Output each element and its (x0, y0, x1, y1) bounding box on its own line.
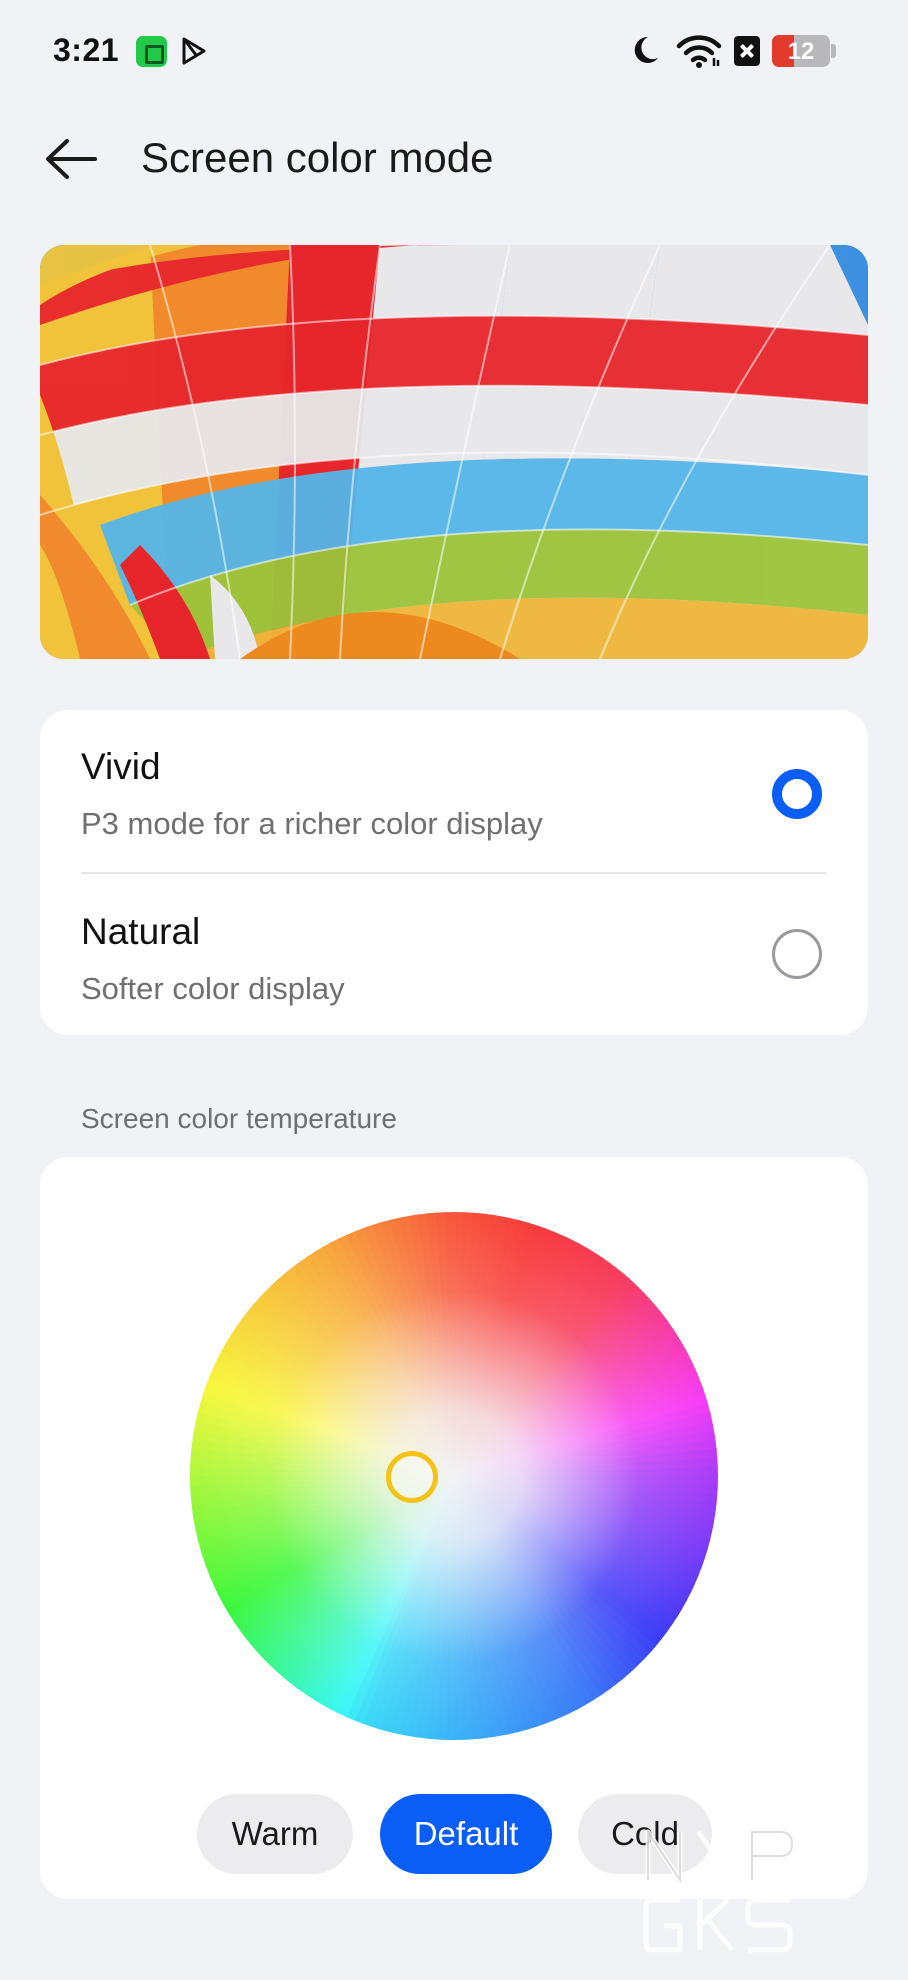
section-label-temperature: Screen color temperature (81, 1103, 397, 1134)
mode-description: P3 mode for a richer color display (81, 806, 543, 841)
hot-air-balloon-photo (40, 245, 868, 659)
app-icon (136, 36, 167, 67)
status-bar: 3:21 12 (0, 0, 908, 104)
mode-title: Natural (81, 911, 201, 952)
watermark-logo (643, 1828, 795, 1953)
color-temperature-card (40, 1157, 868, 1899)
page-title: Screen color mode (141, 134, 494, 181)
preview-image (40, 245, 868, 659)
color-wheel-handle[interactable] (386, 1451, 438, 1503)
battery-tip (831, 44, 836, 58)
wifi-icon (676, 35, 722, 68)
battery-icon: 12 (772, 35, 830, 67)
mode-title: Vivid (81, 746, 161, 787)
color-mode-card: Vivid P3 mode for a richer color display… (40, 710, 868, 1035)
back-button[interactable] (36, 128, 106, 190)
mode-description: Softer color display (81, 971, 345, 1006)
mode-option-vivid[interactable]: Vivid P3 mode for a richer color display (40, 710, 868, 868)
battery-level: 12 (787, 38, 815, 65)
preset-default-button[interactable]: Default (380, 1794, 552, 1874)
radio-natural[interactable] (772, 929, 822, 979)
play-icon (182, 37, 206, 65)
color-wheel[interactable] (190, 1212, 718, 1740)
status-time: 3:21 (53, 32, 120, 68)
x-icon (734, 36, 760, 66)
radio-vivid-selected[interactable] (772, 769, 822, 819)
color-wheel-graphic (190, 1212, 718, 1740)
preset-warm-button[interactable]: Warm (197, 1794, 353, 1874)
screen-color-mode-page: 3:21 12 Screen color mode Vivid P3 mode … (0, 0, 908, 1980)
moon-icon (634, 36, 658, 63)
mode-option-natural[interactable]: Natural Softer color display (40, 868, 868, 1026)
arrow-left-icon (46, 139, 97, 179)
